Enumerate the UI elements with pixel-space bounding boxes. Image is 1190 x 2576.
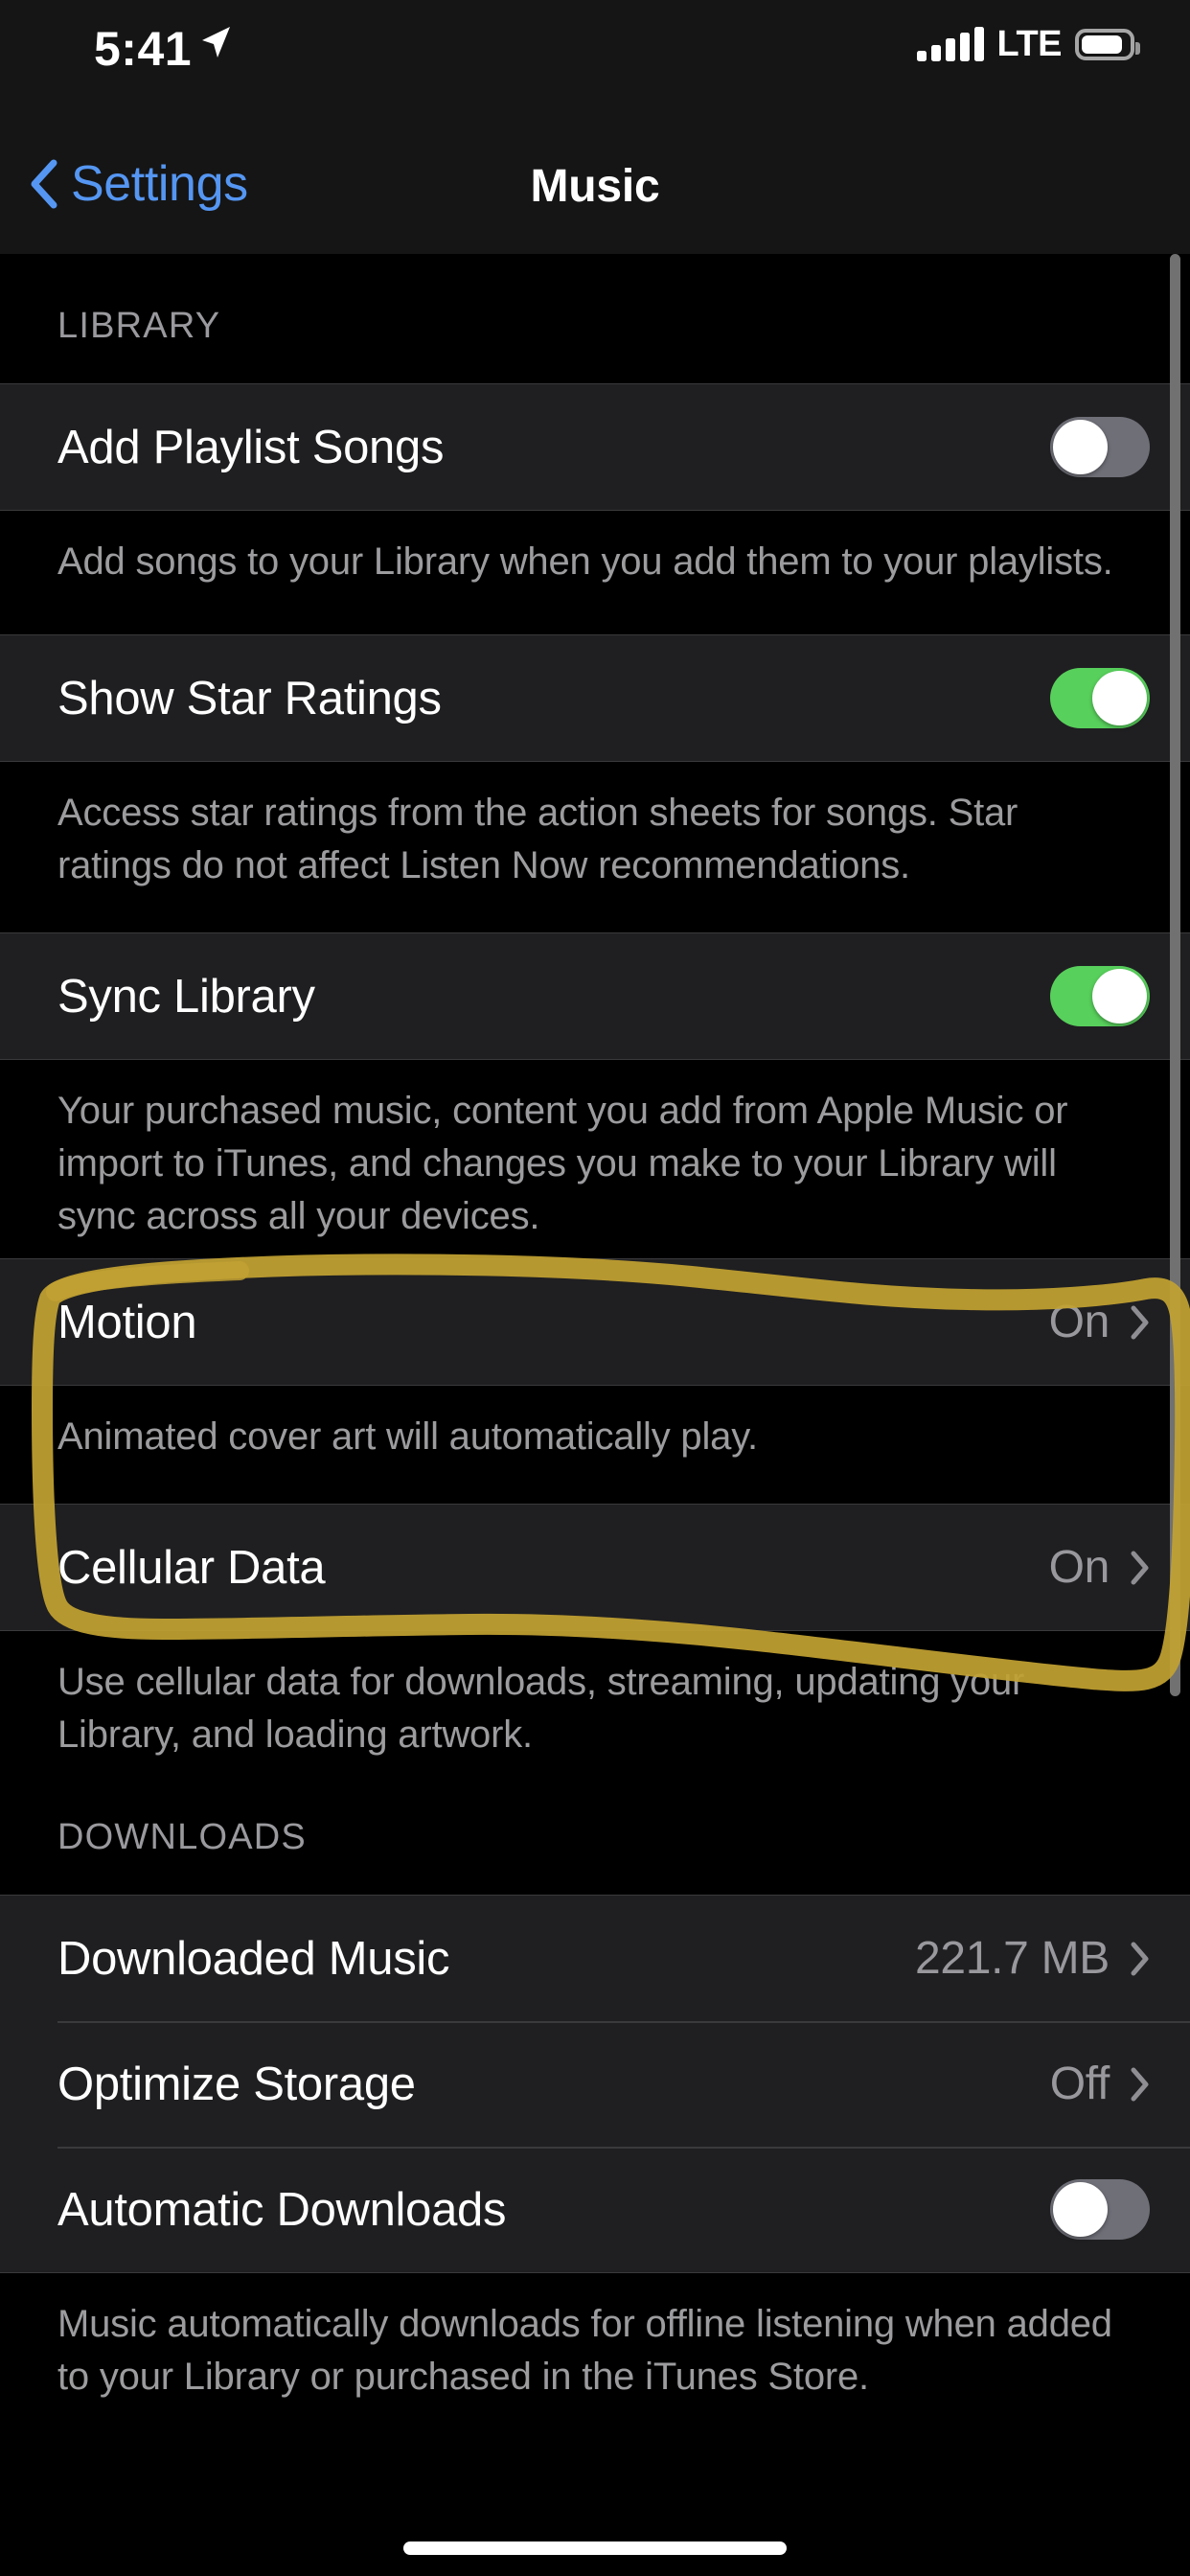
iphone-screen: 5:41 LTE Settings Music LIBRARY Add Play… <box>0 0 1190 2576</box>
toggle-automatic-downloads[interactable] <box>1050 2179 1150 2240</box>
footer-show-star-ratings: Access star ratings from the action shee… <box>57 792 1018 886</box>
footer-sync-library: Your purchased music, content you add fr… <box>57 1090 1068 1237</box>
row-motion[interactable]: Motion On <box>0 1259 1190 1385</box>
battery-icon <box>1075 28 1140 60</box>
page-title: Music <box>530 161 660 212</box>
row-label: Downloaded Music <box>57 1932 450 1985</box>
row-label: Sync Library <box>57 970 315 1023</box>
chevron-right-icon <box>1131 1551 1149 1584</box>
row-automatic-downloads[interactable]: Automatic Downloads <box>0 2147 1190 2272</box>
row-value: Off <box>1049 2058 1110 2109</box>
settings-group-sync-library: Sync Library <box>0 932 1190 1060</box>
footer-cellular-data: Use cellular data for downloads, streami… <box>57 1661 1025 1756</box>
row-value: On <box>1048 1542 1110 1593</box>
row-optimize-storage[interactable]: Optimize Storage Off <box>0 2021 1190 2147</box>
section-header-library: LIBRARY <box>57 306 221 346</box>
row-show-star-ratings[interactable]: Show Star Ratings <box>0 635 1190 761</box>
settings-group-downloads: Downloaded Music 221.7 MB Optimize Stora… <box>0 1895 1190 2273</box>
cellular-signal-icon <box>916 27 984 61</box>
row-add-playlist-songs[interactable]: Add Playlist Songs <box>0 384 1190 510</box>
row-label: Optimize Storage <box>57 2058 416 2110</box>
chevron-right-icon <box>1131 1942 1149 1975</box>
footer-motion: Animated cover art will automatically pl… <box>57 1415 758 1458</box>
toggle-show-star-ratings[interactable] <box>1050 668 1150 728</box>
row-cellular-data[interactable]: Cellular Data On <box>0 1505 1190 1630</box>
status-bar-time: 5:41 <box>94 22 193 76</box>
chevron-right-icon <box>1131 1305 1149 1339</box>
status-bar: 5:41 LTE <box>0 0 1190 126</box>
settings-group-add-playlist-songs: Add Playlist Songs <box>0 383 1190 511</box>
settings-group-motion: Motion On <box>0 1258 1190 1386</box>
settings-group-show-star-ratings: Show Star Ratings <box>0 634 1190 762</box>
row-sync-library[interactable]: Sync Library <box>0 933 1190 1059</box>
settings-group-cellular-data: Cellular Data On <box>0 1504 1190 1631</box>
navigation-bar: Settings Music <box>0 126 1190 254</box>
row-label: Cellular Data <box>57 1541 326 1594</box>
row-label: Add Playlist Songs <box>57 421 445 473</box>
row-downloaded-music[interactable]: Downloaded Music 221.7 MB <box>0 1896 1190 2021</box>
settings-list[interactable]: LIBRARY Add Playlist Songs Add songs to … <box>0 254 1190 2576</box>
row-label: Motion <box>57 1296 197 1348</box>
section-header-downloads: DOWNLOADS <box>57 1817 307 1857</box>
location-arrow-icon <box>202 27 230 58</box>
status-bar-indicators: LTE <box>916 24 1140 64</box>
row-label: Show Star Ratings <box>57 672 442 724</box>
toggle-sync-library[interactable] <box>1050 966 1150 1026</box>
carrier-tech-label: LTE <box>996 24 1063 64</box>
chevron-right-icon <box>1131 2067 1149 2101</box>
row-value: 221.7 MB <box>914 1933 1110 1984</box>
home-indicator <box>403 2542 787 2555</box>
footer-add-playlist-songs: Add songs to your Library when you add t… <box>57 540 1113 583</box>
toggle-add-playlist-songs[interactable] <box>1050 417 1150 477</box>
row-value: On <box>1048 1297 1110 1347</box>
footer-downloads: Music automatically downloads for offlin… <box>57 2303 1112 2398</box>
row-label: Automatic Downloads <box>57 2183 507 2236</box>
vertical-scrollbar[interactable] <box>1170 254 1180 1696</box>
